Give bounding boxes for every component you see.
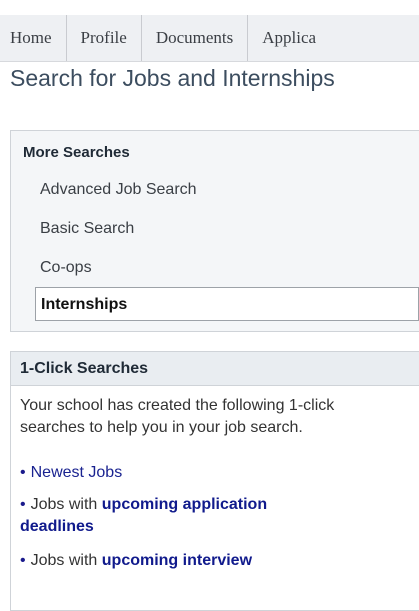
upcoming-deadlines-link[interactable]: upcoming application xyxy=(102,496,267,513)
tab-applications[interactable]: Applica xyxy=(248,15,330,61)
top-strip xyxy=(0,0,419,15)
one-click-description: Your school has created the following 1-… xyxy=(20,397,335,436)
bullet-icon: • xyxy=(20,552,26,569)
bullet-icon: • xyxy=(20,496,26,513)
one-click-title: 1-Click Searches xyxy=(11,352,419,386)
one-click-searches-panel: 1-Click Searches Your school has created… xyxy=(10,351,419,611)
page-title: Search for Jobs and Internships xyxy=(10,65,335,91)
link-prefix: Jobs with xyxy=(30,552,98,569)
list-item: • Newest Jobs xyxy=(11,462,419,484)
more-searches-title: More Searches xyxy=(23,144,130,161)
more-searches-list: Advanced Job Search Basic Search Co-ops … xyxy=(11,170,419,321)
search-link-internships[interactable]: Internships xyxy=(35,287,419,321)
tab-profile[interactable]: Profile xyxy=(67,15,142,61)
more-searches-panel: More Searches Advanced Job Search Basic … xyxy=(10,130,419,332)
upcoming-interview-link[interactable]: upcoming interview xyxy=(102,552,252,569)
search-link-coops[interactable]: Co-ops xyxy=(11,248,419,287)
search-link-basic[interactable]: Basic Search xyxy=(11,209,419,248)
search-link-advanced[interactable]: Advanced Job Search xyxy=(11,170,419,209)
list-item: • Jobs with upcoming application deadline… xyxy=(11,494,419,538)
tab-documents[interactable]: Documents xyxy=(142,15,249,61)
tab-home[interactable]: Home xyxy=(0,15,67,61)
newest-jobs-link[interactable]: Newest Jobs xyxy=(31,464,123,481)
upcoming-deadlines-link-cont[interactable]: deadlines xyxy=(20,518,94,535)
bullet-icon: • xyxy=(20,464,26,481)
one-click-link-list: • Newest Jobs • Jobs with upcoming applica… xyxy=(11,462,419,572)
top-tab-bar: Home Profile Documents Applica xyxy=(0,15,419,62)
list-item: • Jobs with upcoming interview xyxy=(11,550,419,572)
link-prefix: Jobs with xyxy=(30,496,98,513)
